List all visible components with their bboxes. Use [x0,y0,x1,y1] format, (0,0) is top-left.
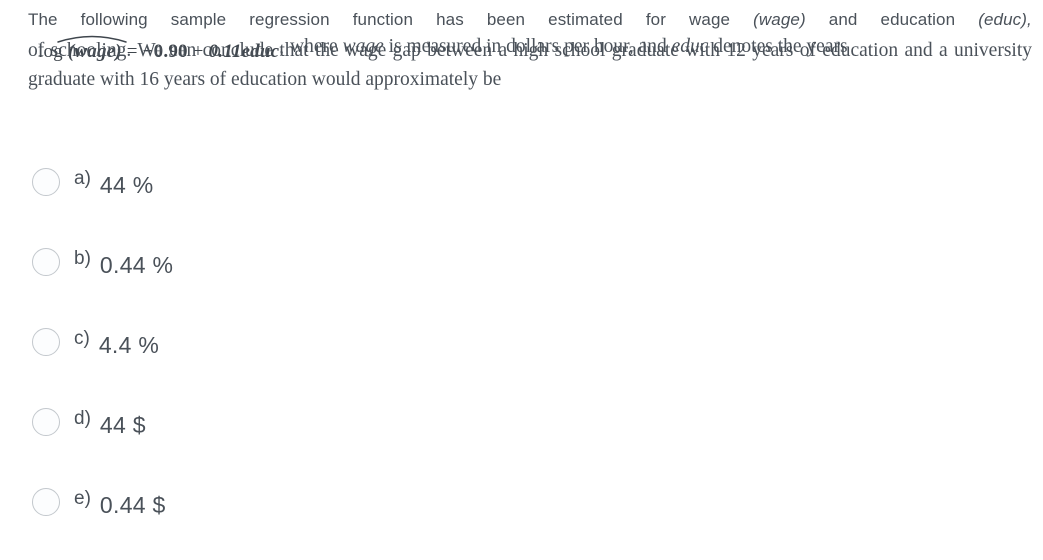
question-word-italic: (wage) [753,10,806,29]
option-text-c: 4.4 % [98,331,160,358]
question-word-italic: (educ), [978,10,1032,29]
radio-button-c[interactable] [32,328,60,356]
radio-button-b[interactable] [32,248,60,276]
option-row-d[interactable]: d) 44 $ [32,400,532,444]
option-row-b[interactable]: b) 0.44 % [32,240,532,284]
question-word: and [828,10,858,29]
question-tail: of schooling. We can conclude that the w… [28,36,1032,94]
question-line-1: The following sample regression function… [28,6,1032,33]
radio-button-a[interactable] [32,168,60,196]
question-word: has [436,10,464,29]
question-word: following [80,10,148,29]
radio-button-e[interactable] [32,488,60,516]
option-letter-d: d) [74,407,91,429]
question-word: been [486,10,526,29]
option-letter-e: e) [74,487,91,509]
option-letter-b: b) [74,247,91,269]
question-word: education [880,10,956,29]
option-row-e[interactable]: e) 0.44 $ [32,480,532,524]
question-word: wage [689,10,731,29]
option-letter-c: c) [74,327,90,349]
option-row-c[interactable]: c) 4.4 % [32,320,532,364]
question-word: sample [170,10,227,29]
question-word: function [352,10,414,29]
question-word: The [28,10,58,29]
question-block: The following sample regression function… [28,6,1032,90]
option-text-d: 44 $ [99,411,146,438]
option-text-b: 0.44 % [99,251,174,278]
option-text-e: 0.44 $ [99,491,166,518]
question-word: for [645,10,666,29]
option-text-a: 44 % [99,171,154,198]
question-tail-text: of schooling. We can conclude that the w… [28,40,1032,90]
question-word: regression [249,10,330,29]
option-row-a[interactable]: a) 44 % [32,160,532,204]
answer-options: a) 44 % b) 0.44 % c) 4.4 % d) 44 $ e) 0.… [32,160,532,560]
question-word: estimated [548,10,623,29]
radio-button-d[interactable] [32,408,60,436]
option-letter-a: a) [74,167,91,189]
